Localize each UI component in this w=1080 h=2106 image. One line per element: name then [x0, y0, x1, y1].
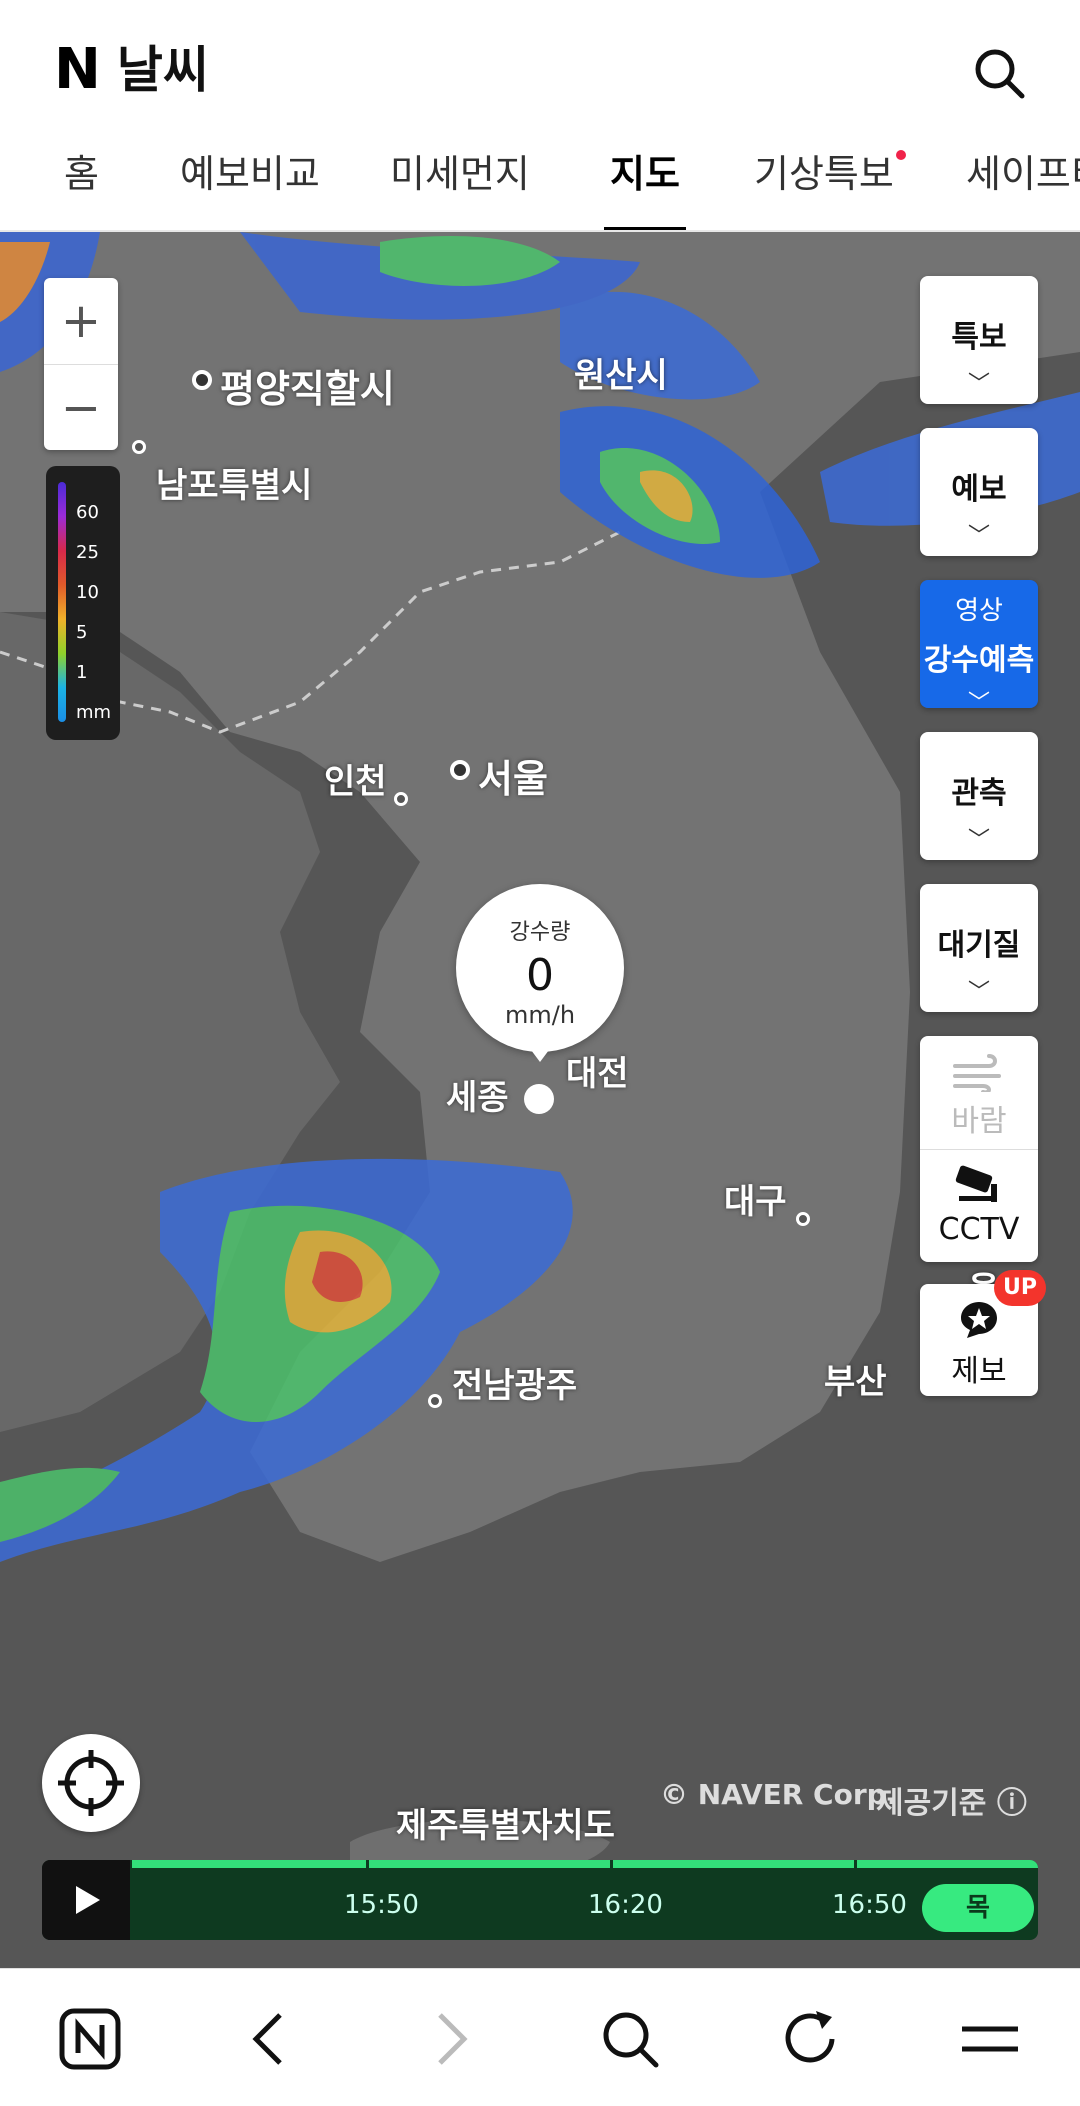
- observe-label: 관측: [951, 776, 1007, 811]
- menu-icon[interactable]: [950, 1999, 1030, 2079]
- tab-home[interactable]: 홈: [64, 144, 99, 218]
- naver-weather-logo[interactable]: N 날씨: [54, 40, 209, 100]
- map-point: [394, 792, 408, 806]
- map-point: [450, 760, 470, 780]
- city-label-sejong: 세종: [446, 1078, 509, 1118]
- warning-button[interactable]: 특보 ﹀: [920, 276, 1038, 404]
- chevron-down-icon: ﹀: [967, 980, 990, 1005]
- wind-icon: [953, 1054, 1001, 1095]
- bubble-tail: [528, 1046, 552, 1062]
- chevron-down-icon: ﹀: [967, 524, 990, 549]
- play-button[interactable]: [42, 1860, 130, 1940]
- report-label: 제보: [951, 1354, 1007, 1389]
- crosshair-icon: [58, 1750, 124, 1816]
- legend-value: 10: [76, 582, 99, 603]
- map-point: [132, 440, 146, 454]
- search-icon[interactable]: [970, 44, 1030, 104]
- legend-value: 60: [76, 502, 99, 523]
- video-label: 영상: [955, 596, 1003, 626]
- browser-bottom-bar: [0, 1968, 1080, 2106]
- precip-title: 강수량: [509, 920, 571, 945]
- forecast-label: 예보: [951, 472, 1007, 507]
- app-header: N 날씨: [0, 0, 1080, 130]
- cctv-label: CCTV: [938, 1212, 1020, 1247]
- chevron-down-icon: ﹀: [967, 691, 990, 716]
- air-quality-label: 대기질: [937, 928, 1021, 963]
- new-dot-icon: [895, 150, 906, 160]
- new-badge: UP: [994, 1270, 1046, 1306]
- city-label-gwangju: 전남광주: [452, 1366, 578, 1406]
- tab-fine-dust[interactable]: 미세먼지: [390, 144, 530, 218]
- wind-label: 바람: [951, 1104, 1007, 1139]
- map-point: [428, 1394, 442, 1408]
- timeline-tick: [610, 1860, 613, 1868]
- observe-button[interactable]: 관측 ﹀: [920, 732, 1038, 860]
- forecast-button[interactable]: 예보 ﹀: [920, 428, 1038, 556]
- current-location-marker: [524, 1084, 554, 1114]
- timeline-player: 15:50 16:20 16:50 목 17:10: [42, 1860, 1038, 1940]
- timeline-tick: [366, 1860, 369, 1868]
- play-icon: [76, 1886, 100, 1914]
- timeline-tick: [854, 1860, 857, 1868]
- current-time-badge[interactable]: 목 17:10: [922, 1884, 1034, 1932]
- city-label-nampo: 남포특별시: [156, 466, 313, 506]
- precip-forecast-label: 강수예측: [923, 643, 1035, 678]
- precip-unit: mm/h: [504, 1001, 576, 1029]
- page-title: 날씨: [116, 41, 209, 99]
- precipitation-legend: 60 25 10 5 1 mm: [46, 466, 120, 740]
- wind-cctv-panel: 바람 CCTV: [920, 1036, 1038, 1262]
- my-location-button[interactable]: [42, 1734, 140, 1832]
- zoom-out-button[interactable]: −: [44, 365, 118, 451]
- legend-value: 25: [76, 542, 99, 563]
- time-label: 16:50: [832, 1890, 907, 1920]
- precip-value: 0: [526, 950, 554, 1001]
- tab-map[interactable]: 지도: [604, 144, 686, 230]
- naver-home-icon[interactable]: [50, 1999, 130, 2079]
- precip-forecast-video-button[interactable]: 영상 강수예측 ﹀: [920, 580, 1038, 716]
- city-label-seoul: 서울: [478, 757, 548, 801]
- tab-forecast-compare[interactable]: 예보비교: [180, 144, 320, 218]
- chevron-down-icon: ﹀: [967, 372, 990, 397]
- tab-weather-warning-label: 기상특보: [754, 152, 894, 196]
- city-label-daegu: 대구: [724, 1182, 787, 1222]
- legend-value: 5: [76, 622, 88, 643]
- tab-weather-warning[interactable]: 기상특보: [754, 144, 906, 218]
- map-point: [192, 370, 212, 390]
- search-icon[interactable]: [590, 1999, 670, 2079]
- legend-value: 1: [76, 662, 88, 683]
- air-quality-button[interactable]: 대기질 ﹀: [920, 884, 1038, 1012]
- timeline-progress[interactable]: [132, 1860, 1038, 1868]
- report-chat-icon: [961, 1302, 997, 1338]
- city-label-pyongyang: 평양직할시: [220, 367, 395, 411]
- city-label-wonsan: 원산시: [574, 356, 668, 396]
- legend-color-bar: [58, 482, 66, 722]
- tab-safety[interactable]: 세이프티: [966, 144, 1080, 218]
- data-basis-link[interactable]: 제공기준 ⓘ: [876, 1778, 1027, 1822]
- time-label: 15:50: [344, 1890, 419, 1920]
- back-icon[interactable]: [230, 1999, 310, 2079]
- chevron-down-icon: ﹀: [967, 828, 990, 853]
- cctv-camera-icon: [955, 1165, 997, 1202]
- cctv-button[interactable]: CCTV: [920, 1149, 1038, 1262]
- legend-unit: mm: [76, 702, 112, 723]
- info-icon: ⓘ: [996, 1786, 1027, 1821]
- city-label-busan: 부산: [824, 1362, 887, 1402]
- wind-button[interactable]: 바람: [920, 1036, 1038, 1149]
- city-label-jeju: 제주특별자치도: [396, 1806, 615, 1846]
- precip-bubble[interactable]: 강수량 0 mm/h: [456, 884, 624, 1052]
- data-basis-label: 제공기준: [876, 1786, 987, 1821]
- zoom-control: + −: [44, 278, 118, 450]
- time-label: 16:20: [588, 1890, 663, 1920]
- copyright-text: © NAVER Corp.: [660, 1778, 898, 1811]
- refresh-icon[interactable]: [770, 1999, 850, 2079]
- city-label-incheon: 인천: [324, 762, 387, 802]
- forward-icon[interactable]: [410, 1999, 490, 2079]
- naver-n-logo: N: [54, 37, 101, 102]
- tab-bar: 홈 예보비교 미세먼지 지도 기상특보 세이프티: [0, 130, 1080, 232]
- city-label-daejeon: 대전: [566, 1054, 629, 1094]
- zoom-in-button[interactable]: +: [44, 278, 118, 364]
- warning-label: 특보: [951, 320, 1007, 355]
- map-point: [796, 1212, 810, 1226]
